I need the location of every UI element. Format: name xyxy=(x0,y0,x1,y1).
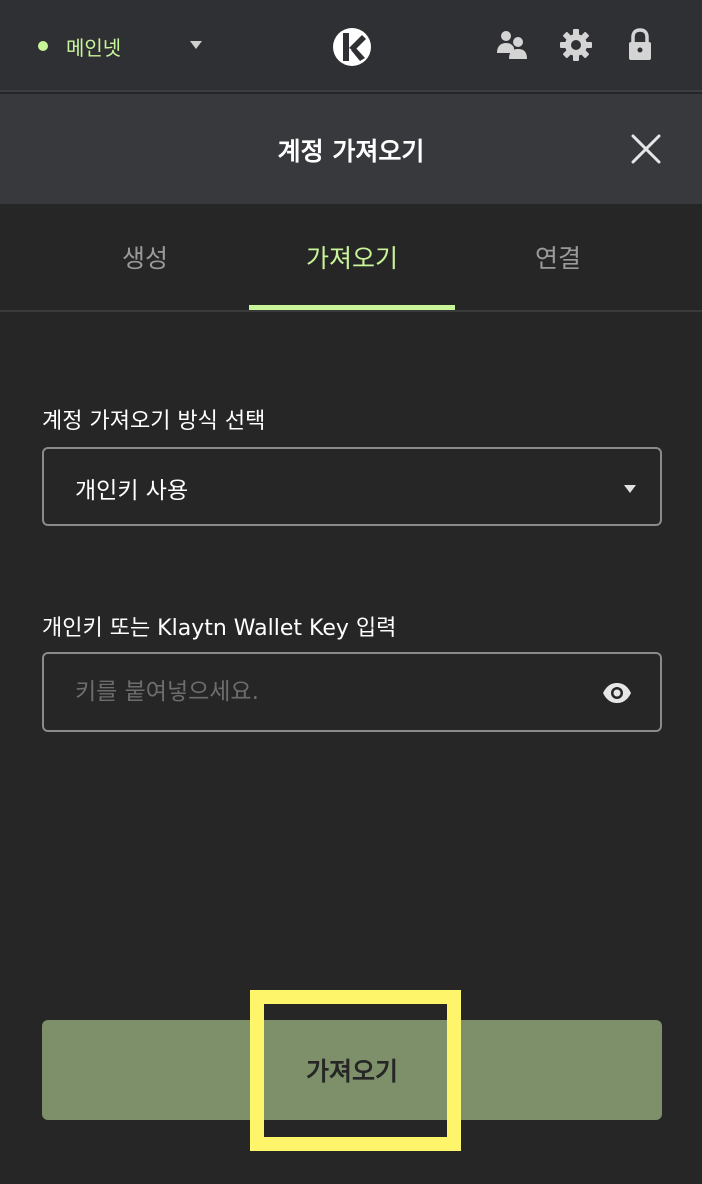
private-key-input[interactable] xyxy=(44,654,584,730)
people-icon[interactable] xyxy=(494,27,530,63)
page-header: 계정 가져오기 xyxy=(0,94,702,204)
top-bar: 메인넷 xyxy=(0,0,702,92)
chevron-down-icon xyxy=(624,485,636,493)
import-method-select[interactable]: 개인키 사용 xyxy=(42,447,662,526)
private-key-field xyxy=(42,652,662,732)
klaytn-logo-icon xyxy=(333,28,371,66)
page-title: 계정 가져오기 xyxy=(277,137,425,166)
gear-icon[interactable] xyxy=(558,27,594,63)
chevron-down-icon[interactable] xyxy=(190,41,202,49)
tab-import[interactable]: 가져오기 xyxy=(249,204,455,310)
import-method-value: 개인키 사용 xyxy=(75,478,189,504)
eye-icon[interactable] xyxy=(602,678,632,708)
tab-connect[interactable]: 연결 xyxy=(455,204,661,310)
tab-bar: 생성 가져오기 연결 xyxy=(0,204,702,312)
active-tab-indicator xyxy=(249,305,455,310)
network-status-dot-icon xyxy=(38,41,48,51)
tab-create[interactable]: 생성 xyxy=(42,204,248,310)
lock-icon[interactable] xyxy=(622,27,658,63)
import-method-label: 계정 가져오기 방식 선택 xyxy=(42,409,266,434)
network-label: 메인넷 xyxy=(66,35,122,60)
network-selector[interactable]: 메인넷 xyxy=(38,30,121,62)
close-icon[interactable] xyxy=(628,131,664,167)
private-key-label: 개인키 또는 Klaytn Wallet Key 입력 xyxy=(42,616,397,641)
highlight-annotation xyxy=(250,990,461,1151)
